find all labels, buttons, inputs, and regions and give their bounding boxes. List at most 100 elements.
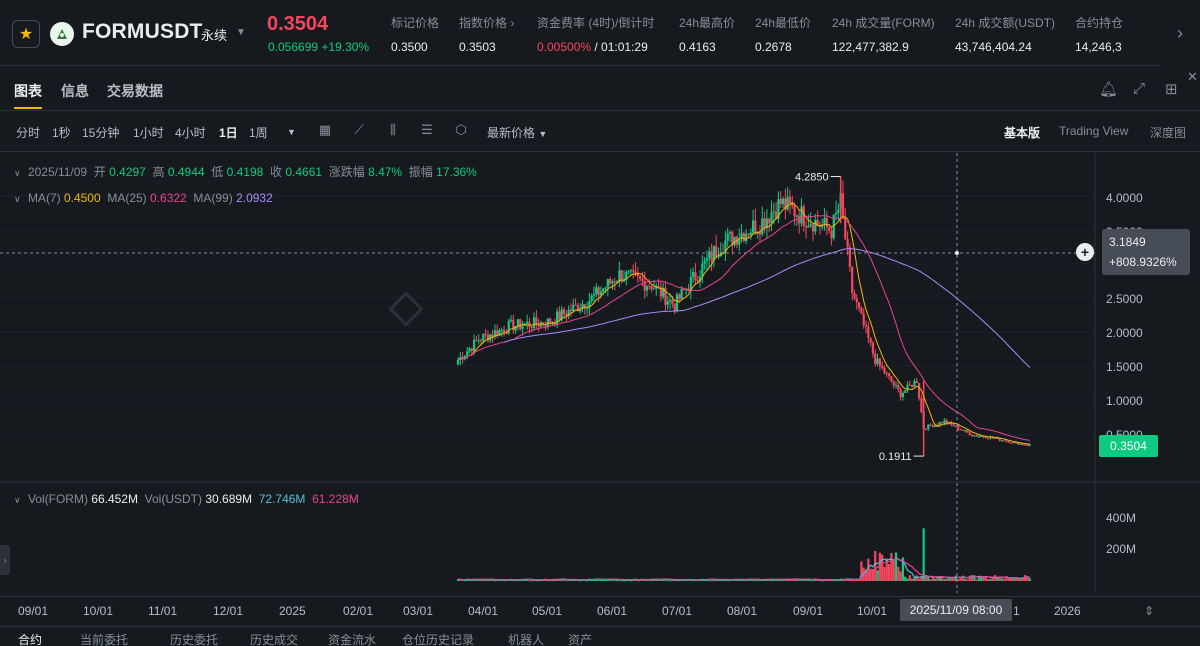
chart-canvas[interactable]: 4.2850 0.1911 — [0, 153, 1200, 593]
hexagon-icon[interactable]: ⬡ — [452, 122, 470, 140]
settings-list-icon[interactable]: ☰ — [418, 122, 436, 140]
volume-bar — [887, 564, 891, 581]
ohlc-legend: ∨ 2025/11/09 开 0.4297 高 0.4944 低 0.4198 … — [14, 163, 477, 180]
indicator-icon[interactable]: ⟋ — [350, 122, 368, 140]
candle — [558, 311, 561, 320]
candle — [500, 329, 503, 331]
interval-1h[interactable]: 1小时 — [133, 124, 164, 141]
bottom-tab[interactable]: 当前委托 — [80, 631, 128, 646]
volume-tick: 200M — [1106, 542, 1137, 556]
ticker-bar: ★ FORMUSDT 永续 ▼ 0.3504 0.056699 +19.30% … — [0, 0, 1200, 66]
price-type-select[interactable]: 最新价格 ▼ — [487, 124, 547, 141]
stat-24h-volume: 24h 成交量(FORM) 122,477,382.9 — [832, 14, 935, 54]
candle — [786, 196, 789, 210]
price-chart[interactable]: 4.2850 0.1911 ∨ 2025/11/09 开 0.4297 高 0.4… — [0, 153, 1200, 593]
candle — [957, 425, 960, 430]
bottom-tab[interactable]: 合约 — [18, 631, 42, 646]
candle — [917, 383, 921, 399]
interval-more-chevron-icon[interactable]: ▼ — [287, 127, 296, 137]
interval-1w[interactable]: 1周 — [249, 124, 268, 141]
stat-label: 24h 成交量(FORM) — [832, 16, 935, 30]
expand-icon[interactable]: ⤢ — [1133, 80, 1145, 97]
bottom-tab[interactable]: 历史成交 — [250, 631, 298, 646]
fit-scale-icon[interactable]: ⇕ — [1144, 604, 1154, 618]
candle — [751, 220, 755, 233]
bottom-tab[interactable]: 资产 — [568, 631, 592, 646]
collapse-chevron-icon[interactable]: ∨ — [14, 168, 21, 178]
volume-bar — [493, 580, 496, 582]
candle — [952, 424, 955, 427]
stat-index-price[interactable]: 指数价格 › 0.3503 — [459, 14, 514, 54]
collapse-chevron-icon[interactable]: ∨ — [14, 194, 21, 204]
candle — [809, 224, 812, 226]
time-tick: 04/01 — [468, 604, 499, 618]
symbol-name[interactable]: FORMUSDT — [82, 20, 203, 44]
view-tradingview[interactable]: Trading View — [1059, 124, 1128, 138]
candle — [1023, 444, 1027, 446]
tab-trading-data[interactable]: 交易数据 — [107, 81, 163, 101]
candle — [532, 317, 536, 329]
candle — [987, 438, 990, 440]
candle — [968, 432, 971, 436]
stat-24h-high: 24h最高价 0.4163 — [679, 14, 735, 54]
tab-info[interactable]: 信息 — [61, 81, 89, 101]
time-tick: 2025 — [279, 604, 306, 618]
volume-bar — [751, 580, 755, 582]
volume-bar — [486, 580, 490, 582]
time-tick: 06/01 — [597, 604, 628, 618]
candle — [800, 206, 803, 224]
crosshair-change: +808.9326% — [1109, 255, 1177, 269]
candle — [708, 251, 711, 259]
bottom-tab[interactable]: 资金流水 — [328, 631, 376, 646]
candle — [841, 193, 845, 217]
volume-tick: 400M — [1106, 511, 1137, 525]
stat-value: 0.3500 — [391, 40, 428, 54]
bottom-tab[interactable]: 历史委托 — [170, 631, 218, 646]
candle — [970, 435, 974, 437]
candle — [931, 425, 934, 427]
bottom-tab[interactable]: 机器人 — [508, 631, 544, 646]
close-icon[interactable]: ✕ — [1187, 69, 1198, 85]
volume-bar — [894, 552, 898, 581]
funding-rate: 0.00500% — [537, 40, 592, 54]
view-depth[interactable]: 深度图 — [1150, 124, 1186, 141]
candle — [814, 219, 817, 232]
price-tick: 2.0000 — [1106, 326, 1143, 340]
volume-bar — [618, 580, 621, 582]
candle — [855, 298, 858, 303]
candle — [475, 339, 478, 341]
interval-1s[interactable]: 1秒 — [52, 124, 71, 141]
candle — [1026, 444, 1029, 446]
chevron-right-icon[interactable]: › — [1160, 0, 1200, 66]
tab-underline — [14, 107, 42, 109]
candle — [639, 276, 642, 279]
tab-chart[interactable]: 图表 — [14, 81, 42, 101]
grid-icon[interactable]: ⊞ — [1165, 80, 1178, 98]
legend-low: 0.4198 — [226, 165, 264, 179]
volume-bar — [579, 580, 582, 582]
candle — [671, 299, 674, 305]
collapse-chevron-icon[interactable]: ∨ — [14, 495, 21, 505]
star-icon[interactable]: ★ — [12, 20, 40, 48]
price-tick: 1.0000 — [1106, 394, 1143, 408]
stat-funding-rate: 资金费率 (4时)/倒计时 0.00500% / 01:01:29 — [537, 14, 654, 54]
stat-label: 24h最高价 — [679, 16, 736, 30]
candle — [749, 232, 752, 236]
interval-1d[interactable]: 1日 — [219, 124, 238, 141]
candle-type-icon[interactable]: ⫼ — [384, 122, 402, 140]
contract-type[interactable]: 永续 — [201, 25, 227, 44]
calendar-icon[interactable]: ▦ — [316, 122, 334, 140]
view-basic[interactable]: 基本版 — [1004, 124, 1040, 141]
candle — [666, 301, 669, 305]
interval-timeline[interactable]: 分时 — [16, 124, 40, 141]
volume-bar — [966, 579, 969, 581]
chevron-down-icon[interactable]: ▼ — [236, 27, 246, 38]
bottom-tab[interactable]: 仓位历史记录 — [402, 631, 474, 646]
candle — [830, 230, 833, 239]
add-order-plus-icon[interactable]: + — [1076, 243, 1094, 261]
interval-4h[interactable]: 4小时 — [175, 124, 206, 141]
last-price-tag: 0.3504 — [1099, 435, 1158, 457]
chevron-right-icon[interactable]: › — [0, 545, 10, 575]
interval-15m[interactable]: 15分钟 — [82, 124, 119, 141]
bell-icon[interactable]: 🔔︎ — [1099, 80, 1118, 98]
